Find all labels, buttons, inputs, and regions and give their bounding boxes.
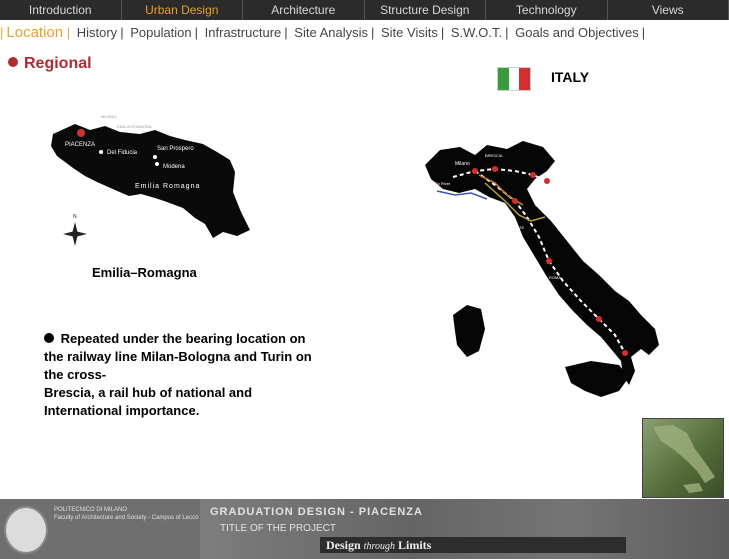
flag-green xyxy=(498,68,509,90)
sicily-shape xyxy=(565,361,629,397)
milano-label: Milano xyxy=(455,161,470,167)
description: Repeated under the bearing location on t… xyxy=(44,331,312,418)
satellite-thumbnail xyxy=(642,418,724,498)
footer-headline: GRADUATION DESIGN - PIACENZA xyxy=(210,506,423,518)
po-river-label: Po River xyxy=(435,181,451,186)
region-label: Emilia Romagna xyxy=(135,183,200,190)
tab-urban-design[interactable]: Urban Design xyxy=(122,0,243,20)
tab-structure-design[interactable]: Structure Design xyxy=(365,0,486,20)
brescia-marker xyxy=(492,166,498,172)
university-info: POLITECNICO DI MILANO Faculty of Archite… xyxy=(54,507,199,521)
motto: Design through Limits xyxy=(320,537,626,553)
university-seal-icon xyxy=(4,506,48,554)
tab-technology[interactable]: Technology xyxy=(486,0,608,20)
subnav-item-population[interactable]: Population xyxy=(130,25,191,40)
sub-nav: | Location | History | Population | Infrast… xyxy=(0,24,646,41)
roma-label: ROMA xyxy=(549,275,561,280)
milano-small-label: MILANO xyxy=(101,114,116,119)
emilia-small-label: EMILIA ROMAGNA xyxy=(117,124,152,129)
firenze-label: FIRENZE xyxy=(507,225,524,230)
top-nav: Introduction Urban Design Architecture S… xyxy=(0,0,729,20)
footer: POLITECNICO DI MILANO Faculty of Archite… xyxy=(0,499,729,559)
subnav-item-infrastructure[interactable]: Infrastructure xyxy=(205,25,282,40)
flag-white xyxy=(508,68,520,90)
bullet-icon xyxy=(44,333,54,343)
subnav-item-swot[interactable]: S.W.O.T. xyxy=(451,25,502,40)
italy-map: Milano BRESCIA Po River FIRENZE ROMA xyxy=(425,141,659,397)
subnav-separator: | xyxy=(0,25,4,40)
tab-introduction[interactable]: Introduction xyxy=(0,0,122,20)
sardinia-shape xyxy=(453,305,485,357)
tab-architecture[interactable]: Architecture xyxy=(243,0,365,20)
subnav-item-site-analysis[interactable]: Site Analysis xyxy=(294,25,368,40)
bullet-icon xyxy=(8,57,18,67)
flag-red xyxy=(519,68,531,90)
milano-marker xyxy=(472,168,478,174)
subnav-item-goals[interactable]: Goals and Objectives xyxy=(515,25,639,40)
emilia-romagna-map: PIACENZA Del Fiducia San Prospero Modena… xyxy=(51,114,250,246)
subnav-item-history[interactable]: History xyxy=(77,25,117,40)
tab-views[interactable]: Views xyxy=(608,0,729,20)
piacenza-label: PIACENZA xyxy=(65,142,95,148)
del-fiducia-label: Del Fiducia xyxy=(107,150,138,156)
satellite-italy-icon xyxy=(653,425,715,493)
san-prospero-label: San Prospero xyxy=(157,146,194,152)
section-title: Regional xyxy=(8,55,92,73)
modena-label: Modena xyxy=(163,164,185,170)
project-title: TITLE OF THE PROJECT xyxy=(220,523,336,534)
brescia-label: BRESCIA xyxy=(485,153,503,158)
subnav-item-site-visits[interactable]: Site Visits xyxy=(381,25,438,40)
emilia-caption: Emilia–Romagna xyxy=(92,265,197,280)
compass-icon: N xyxy=(63,214,87,246)
italy-flag-icon xyxy=(497,67,531,91)
svg-text:N: N xyxy=(73,214,77,220)
subnav-item-location[interactable]: Location xyxy=(6,24,63,41)
subnav-separator: | xyxy=(63,25,71,40)
italy-label: ITALY xyxy=(551,69,590,85)
piacenza-marker xyxy=(77,129,85,137)
